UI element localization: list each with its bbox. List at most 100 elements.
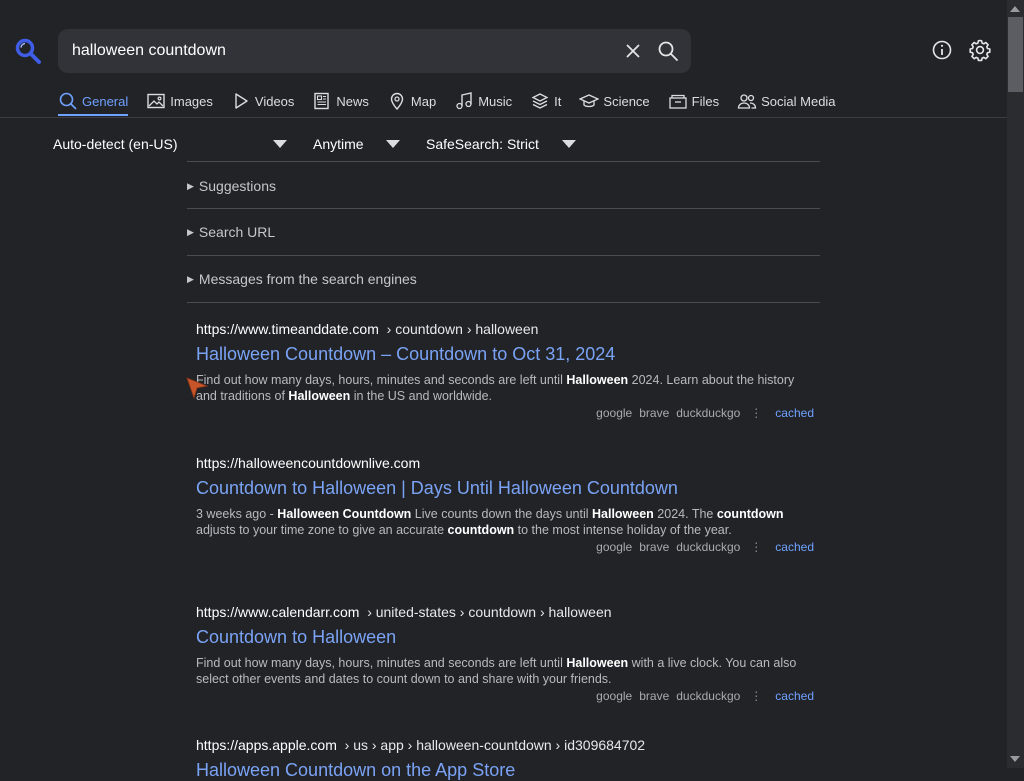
tab-label: Images xyxy=(170,93,213,109)
tab-label: Files xyxy=(691,93,720,109)
tab-label: Map xyxy=(410,93,437,109)
tab-map[interactable]: Map xyxy=(387,88,436,114)
result-url[interactable]: https://www.calendarr.com › united-state… xyxy=(196,604,814,620)
tab-label: Social Media xyxy=(761,93,836,109)
result-url[interactable]: https://halloweencountdownlive.com xyxy=(196,455,814,471)
search-icon[interactable] xyxy=(657,40,679,62)
snippet-highlight: Halloween Countdown xyxy=(277,507,412,521)
image-icon xyxy=(147,93,165,109)
category-tabs: General Images Videos News Map Music It … xyxy=(58,88,854,116)
result-path: › united-states › countdown › halloween xyxy=(367,604,612,620)
chevron-down-icon xyxy=(386,140,400,148)
engine-name: duckduckgo xyxy=(676,406,741,420)
result-snippet: Find out how many days, hours, minutes a… xyxy=(196,372,814,404)
tab-label: It xyxy=(554,93,562,109)
chevron-down-icon xyxy=(273,140,287,148)
engine-name: brave xyxy=(639,689,670,703)
result-engines: google brave duckduckgo ⋮ cached xyxy=(196,689,814,703)
tab-social-media[interactable]: Social Media xyxy=(737,88,836,114)
cached-link[interactable]: cached xyxy=(775,540,814,554)
engine-messages-toggle[interactable]: ▶ Messages from the search engines xyxy=(187,271,417,287)
scroll-up-arrow-icon[interactable] xyxy=(1010,6,1020,12)
newspaper-icon xyxy=(314,92,330,110)
result-url[interactable]: https://apps.apple.com › us › app › hall… xyxy=(196,737,814,753)
language-value: Auto-detect (en-US) xyxy=(53,136,178,152)
result-path: › countdown › halloween xyxy=(386,321,539,337)
tab-videos[interactable]: Videos xyxy=(231,88,294,114)
result-item: https://halloweencountdownlive.com Count… xyxy=(196,455,814,554)
cached-link[interactable]: cached xyxy=(775,689,814,703)
more-vertical-icon[interactable]: ⋮ xyxy=(750,689,762,703)
mouse-cursor-icon xyxy=(186,377,208,399)
search-input[interactable] xyxy=(72,29,612,73)
result-engines: google brave duckduckgo ⋮ cached xyxy=(196,540,814,554)
archive-icon xyxy=(669,94,687,109)
triangle-right-icon: ▶ xyxy=(187,180,194,191)
tab-label: News xyxy=(336,93,369,109)
engine-name: duckduckgo xyxy=(676,689,741,703)
clear-icon[interactable] xyxy=(624,42,642,60)
result-snippet: Find out how many days, hours, minutes a… xyxy=(196,655,814,687)
result-domain: https://halloweencountdownlive.com xyxy=(196,455,421,471)
play-icon xyxy=(235,93,248,109)
divider xyxy=(187,161,820,162)
snippet-highlight: Halloween xyxy=(592,507,654,521)
result-snippet: 3 weeks ago - Halloween Countdown Live c… xyxy=(196,506,814,538)
result-title-link[interactable]: Countdown to Halloween | Days Until Hall… xyxy=(196,478,814,499)
result-item: https://www.calendarr.com › united-state… xyxy=(196,604,814,703)
divider xyxy=(187,302,820,303)
engine-name: duckduckgo xyxy=(676,540,741,554)
gear-icon[interactable] xyxy=(968,38,992,62)
snippet-text: 2024. The xyxy=(653,507,717,521)
time-range-value: Anytime xyxy=(313,136,364,152)
snippet-text: adjusts to your time zone to give an acc… xyxy=(196,523,448,537)
tab-label: General xyxy=(82,93,129,109)
divider xyxy=(187,208,820,209)
snippet-highlight: countdown xyxy=(447,523,515,537)
snippet-text: in the US and worldwide. xyxy=(350,389,492,403)
result-url[interactable]: https://www.timeanddate.com › countdown … xyxy=(196,321,814,337)
safesearch-select[interactable]: SafeSearch: Strict xyxy=(426,134,578,154)
result-item: https://www.timeanddate.com › countdown … xyxy=(196,321,814,420)
tab-files[interactable]: Files xyxy=(668,88,719,114)
search-url-toggle[interactable]: ▶ Search URL xyxy=(187,224,275,240)
tab-general[interactable]: General xyxy=(58,88,129,116)
more-vertical-icon[interactable]: ⋮ xyxy=(750,540,762,554)
cached-link[interactable]: cached xyxy=(775,406,814,420)
result-domain: https://www.calendarr.com xyxy=(196,604,360,620)
more-vertical-icon[interactable]: ⋮ xyxy=(750,406,762,420)
tab-it[interactable]: It xyxy=(530,88,561,114)
tab-news[interactable]: News xyxy=(312,88,369,114)
result-title-link[interactable]: Halloween Countdown – Countdown to Oct 3… xyxy=(196,344,814,365)
scrollbar-thumb[interactable] xyxy=(1008,17,1023,92)
language-select[interactable]: Auto-detect (en-US) xyxy=(53,134,288,154)
snippet-text: Find out how many days, hours, minutes a… xyxy=(196,373,567,387)
tab-science[interactable]: Science xyxy=(579,88,650,114)
snippet-text: 3 weeks ago - xyxy=(196,507,278,521)
info-icon[interactable] xyxy=(931,39,953,61)
result-title-link[interactable]: Countdown to Halloween xyxy=(196,627,814,648)
snippet-highlight: countdown xyxy=(716,507,784,521)
divider xyxy=(187,255,820,256)
result-path: › us › app › halloween-countdown › id309… xyxy=(344,737,646,753)
tab-label: Music xyxy=(478,93,513,109)
music-note-icon xyxy=(456,92,472,110)
result-title-link[interactable]: Halloween Countdown on the App Store xyxy=(196,760,814,781)
scrollbar-track[interactable] xyxy=(1007,0,1024,768)
layers-icon xyxy=(531,93,549,109)
result-engines: google brave duckduckgo ⋮ cached xyxy=(196,406,814,420)
snippet-text: to the most intense holiday of the year. xyxy=(514,523,732,537)
tab-music[interactable]: Music xyxy=(454,88,512,114)
snippet-text: Find out how many days, hours, minutes a… xyxy=(196,656,567,670)
tab-images[interactable]: Images xyxy=(146,88,213,114)
scroll-down-arrow-icon[interactable] xyxy=(1010,756,1020,762)
result-item: https://apps.apple.com › us › app › hall… xyxy=(196,737,814,781)
suggestions-toggle[interactable]: ▶ Suggestions xyxy=(187,178,276,194)
logo-icon[interactable] xyxy=(14,37,42,65)
safesearch-value: SafeSearch: Strict xyxy=(426,136,539,152)
time-range-select[interactable]: Anytime xyxy=(313,134,401,154)
engine-name: google xyxy=(596,540,633,554)
result-domain: https://apps.apple.com xyxy=(196,737,337,753)
suggestions-label: Suggestions xyxy=(198,178,276,194)
search-bar xyxy=(58,29,691,73)
